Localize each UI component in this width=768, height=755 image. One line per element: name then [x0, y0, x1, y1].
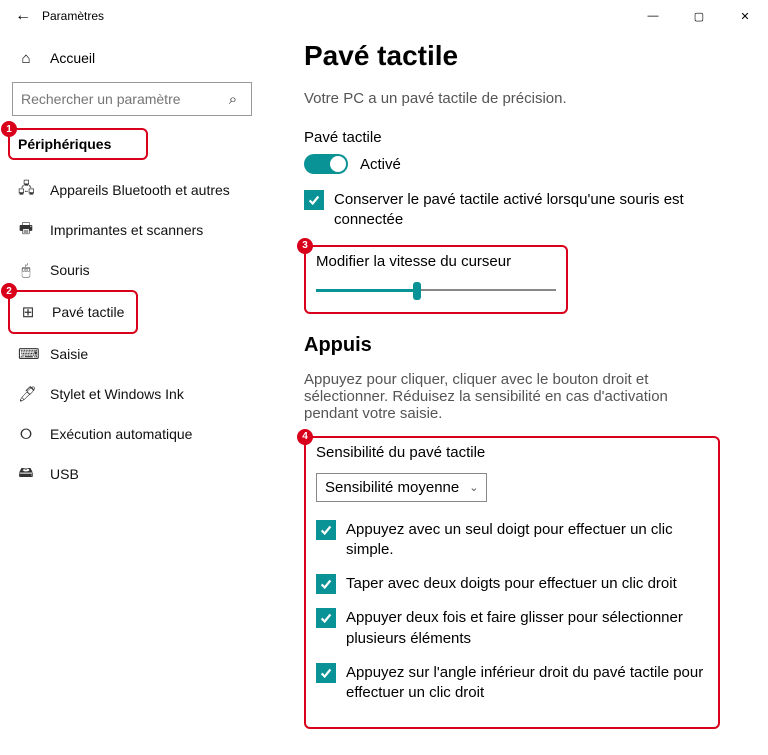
mouse-icon: 🖱 — [18, 262, 34, 279]
sidebar-item-label: USB — [50, 466, 79, 482]
check-label: Taper avec deux doigts pour effectuer un… — [346, 574, 708, 594]
check-double-tap-drag[interactable] — [316, 608, 336, 628]
printer-icon: 🖶 — [18, 218, 34, 243]
autoplay-icon: ⭘ — [18, 426, 34, 443]
check-two-finger-tap[interactable] — [316, 574, 336, 594]
sidebar-item-pen[interactable]: 🖊 Stylet et Windows Ink — [0, 374, 278, 414]
sensitivity-select[interactable]: Sensibilité moyenne ⌄ — [316, 473, 487, 502]
cursor-speed-slider[interactable] — [316, 280, 556, 300]
callout-2: 2 ⊞ Pavé tactile — [8, 290, 138, 334]
callout-badge-2: 2 — [1, 283, 17, 299]
touchpad-toggle[interactable] — [304, 154, 348, 174]
sidebar-section-header: Périphériques — [10, 130, 146, 158]
sensitivity-label: Sensibilité du pavé tactile — [316, 444, 708, 461]
slider-track-fg — [316, 289, 417, 292]
sidebar-item-label: Souris — [50, 262, 90, 278]
search-box[interactable]: ⌕ — [12, 82, 252, 116]
sidebar-item-touchpad[interactable]: ⊞ Pavé tactile — [10, 292, 136, 332]
sidebar-home-label: Accueil — [50, 50, 95, 66]
sidebar-item-label: Saisie — [50, 346, 88, 362]
chevron-down-icon: ⌄ — [469, 481, 478, 494]
main-content: Pavé tactile Votre PC a un pavé tactile … — [278, 32, 768, 755]
pen-icon: 🖊 — [18, 385, 34, 403]
check-label: Appuyer deux fois et faire glisser pour … — [346, 608, 708, 649]
page-title: Pavé tactile — [304, 40, 748, 72]
search-input[interactable] — [21, 91, 223, 107]
keep-active-checkbox[interactable] — [304, 190, 324, 210]
cursor-speed-label: Modifier la vitesse du curseur — [316, 253, 556, 270]
sidebar-item-label: Stylet et Windows Ink — [50, 386, 184, 402]
sidebar-item-label: Exécution automatique — [50, 426, 192, 442]
touchpad-group-label: Pavé tactile — [304, 129, 748, 146]
callout-3: 3 Modifier la vitesse du curseur — [304, 245, 568, 314]
keyboard-icon: ⌨ — [18, 345, 34, 363]
minimize-button[interactable]: — — [630, 0, 676, 32]
sidebar-item-label: Imprimantes et scanners — [50, 222, 203, 238]
sidebar: ⌂ Accueil ⌕ 1 Périphériques 🖧 Appareils … — [0, 32, 278, 755]
toggle-knob — [330, 156, 346, 172]
callout-1: 1 Périphériques — [8, 128, 148, 160]
precision-text: Votre PC a un pavé tactile de précision. — [304, 90, 748, 107]
sidebar-item-autoplay[interactable]: ⭘ Exécution automatique — [0, 414, 278, 454]
sidebar-item-label: Pavé tactile — [52, 304, 124, 320]
sidebar-item-label: Appareils Bluetooth et autres — [50, 182, 230, 198]
devices-icon: 🖧 — [18, 178, 34, 203]
callout-badge-3: 3 — [297, 238, 313, 254]
close-button[interactable]: ✕ — [722, 0, 768, 32]
callout-badge-1: 1 — [1, 121, 17, 137]
sensitivity-value: Sensibilité moyenne — [325, 479, 459, 496]
sidebar-item-typing[interactable]: ⌨ Saisie — [0, 334, 278, 374]
keep-active-label: Conserver le pavé tactile activé lorsqu'… — [334, 190, 714, 231]
sidebar-item-printers[interactable]: 🖶 Imprimantes et scanners — [0, 210, 278, 250]
taps-description: Appuyez pour cliquer, cliquer avec le bo… — [304, 371, 714, 422]
sidebar-item-usb[interactable]: 🖴 USB — [0, 454, 278, 494]
usb-icon: 🖴 — [18, 462, 34, 487]
home-icon: ⌂ — [18, 50, 34, 67]
back-button[interactable]: ← — [8, 7, 38, 25]
sidebar-item-mouse[interactable]: 🖱 Souris — [0, 250, 278, 290]
maximize-button[interactable]: ▢ — [676, 0, 722, 32]
window-title: Paramètres — [42, 9, 104, 23]
check-label: Appuyez sur l'angle inférieur droit du p… — [346, 663, 708, 704]
toggle-state-label: Activé — [360, 156, 401, 173]
sidebar-home[interactable]: ⌂ Accueil — [0, 38, 278, 78]
window-controls: — ▢ ✕ — [630, 0, 768, 32]
callout-badge-4: 4 — [297, 429, 313, 445]
slider-thumb[interactable] — [413, 282, 421, 300]
check-single-tap[interactable] — [316, 520, 336, 540]
search-icon: ⌕ — [223, 91, 243, 108]
taps-heading: Appuis — [304, 334, 748, 357]
sidebar-item-bluetooth[interactable]: 🖧 Appareils Bluetooth et autres — [0, 170, 278, 210]
check-corner-tap[interactable] — [316, 663, 336, 683]
touchpad-icon: ⊞ — [20, 303, 36, 321]
check-label: Appuyez avec un seul doigt pour effectue… — [346, 520, 708, 561]
callout-4: 4 Sensibilité du pavé tactile Sensibilit… — [304, 436, 720, 730]
